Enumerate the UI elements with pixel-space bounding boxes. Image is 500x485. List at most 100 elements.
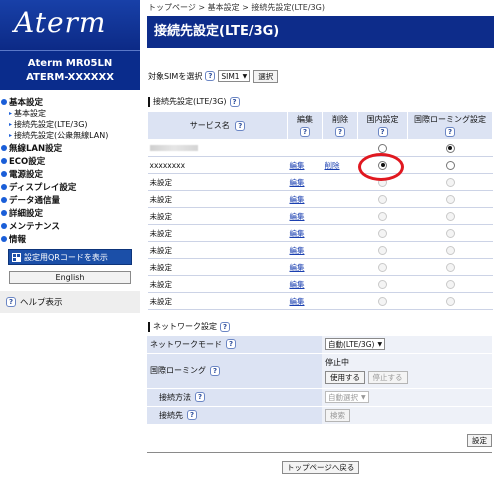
sim-select-button[interactable]: 選択 [253, 69, 279, 83]
table-row: 未設定 編集 [147, 207, 493, 225]
nav-sub-lte3g[interactable]: ▸ 接続先設定(LTE/3G) [0, 119, 140, 130]
nav-wlan[interactable]: 無線LAN設定 [0, 141, 140, 154]
roaming-radio[interactable] [445, 279, 455, 289]
delete-link[interactable]: 削除 [325, 161, 340, 170]
nav-eco[interactable]: ECO設定 [0, 154, 140, 167]
roaming-radio[interactable] [445, 194, 455, 204]
network-settings-table: ネットワークモード? 自動(LTE/3G) ▼ 国際ローミング? 停止中 使用する… [147, 336, 492, 425]
service-name: xxxxxxxx [147, 156, 288, 174]
nav-display[interactable]: ディスプレイ設定 [0, 180, 140, 193]
edit-link[interactable]: 編集 [290, 178, 305, 187]
table-row: xxxxxxxx 編集 削除 [147, 156, 493, 174]
show-qr-code-button[interactable]: 設定用QRコードを表示 [8, 249, 132, 265]
roaming-label: 国際ローミング? [147, 353, 322, 389]
nav-power[interactable]: 電源設定 [0, 167, 140, 180]
domestic-radio[interactable] [378, 245, 387, 255]
domestic-radio[interactable] [378, 279, 387, 289]
roaming-radio[interactable] [445, 211, 455, 221]
table-row: 未設定 編集 [147, 224, 493, 242]
nav-detail[interactable]: 詳細設定 [0, 206, 140, 219]
domestic-radio[interactable] [378, 194, 387, 204]
bullet-icon [1, 98, 7, 105]
nav-data-usage[interactable]: データ通信量 [0, 193, 140, 206]
question-mark-icon[interactable]: ? [300, 127, 310, 137]
model-name: Aterm MR05LN [27, 58, 113, 69]
roaming-use-button[interactable]: 使用する [325, 371, 365, 384]
network-mode-row: ネットワークモード? 自動(LTE/3G) ▼ [147, 336, 492, 354]
sidebar: Aterm Aterm MR05LN ATERM-XXXXXX 基本設定 ▸ 基本… [0, 0, 140, 485]
connect-method-row: 接続方法? 自動選択 ▼ [147, 388, 492, 407]
domestic-radio[interactable] [378, 262, 387, 272]
network-section-title: ネットワーク設定 ? [145, 320, 230, 333]
domestic-radio[interactable] [378, 211, 387, 221]
divider [147, 452, 492, 453]
edit-link[interactable]: 編集 [290, 246, 305, 255]
nav-maintenance[interactable]: メンテナンス [0, 219, 140, 232]
col-service-name: サービス名 ? [147, 111, 288, 140]
bullet-icon [1, 144, 7, 151]
edit-link[interactable]: 編集 [290, 212, 305, 221]
question-mark-icon[interactable]: ? [220, 321, 230, 332]
english-button[interactable]: English [9, 271, 131, 284]
domestic-radio[interactable] [378, 296, 387, 306]
back-to-top-button[interactable]: トップページへ戻る [282, 461, 360, 474]
redacted-text [149, 144, 198, 151]
domestic-radio[interactable] [378, 143, 387, 153]
set-button[interactable]: 設定 [467, 434, 492, 447]
table-row: 未設定 編集 [147, 292, 493, 310]
chevron-down-icon: ▼ [361, 393, 366, 401]
edit-link[interactable]: 編集 [290, 297, 305, 306]
table-row: 未設定 編集 [147, 275, 493, 293]
edit-link[interactable]: 編集 [290, 229, 305, 238]
question-mark-icon: ? [6, 297, 16, 307]
section-marker [148, 321, 150, 332]
nav-sub-public-wlan[interactable]: ▸ 接続先設定(公衆無線LAN) [0, 130, 140, 141]
domestic-radio[interactable] [378, 228, 387, 238]
nav-sub-basic[interactable]: ▸ 基本設定 [0, 108, 140, 119]
question-mark-icon[interactable]: ? [235, 120, 246, 131]
col-edit: 編集? [287, 111, 323, 140]
question-mark-icon[interactable]: ? [195, 392, 205, 402]
edit-link[interactable]: 編集 [290, 263, 305, 272]
question-mark-icon[interactable]: ? [205, 71, 216, 81]
roaming-stop-button[interactable]: 停止する [367, 371, 408, 384]
nav-basic-settings[interactable]: 基本設定 [0, 95, 140, 108]
question-mark-icon[interactable]: ? [210, 365, 220, 376]
domestic-radio[interactable] [378, 160, 387, 170]
question-mark-icon[interactable]: ? [377, 127, 388, 137]
roaming-radio[interactable] [445, 245, 455, 255]
edit-link[interactable]: 編集 [290, 161, 305, 170]
connect-dest-label: 接続先? [147, 406, 322, 425]
edit-link[interactable]: 編集 [290, 195, 305, 204]
domestic-radio[interactable] [378, 177, 387, 187]
sim-select-row: 対象SIMを選択 ? SIM1 ▼ 選択 [145, 69, 500, 83]
sim-select-dropdown[interactable]: SIM1 ▼ [218, 70, 251, 82]
edit-link[interactable]: 編集 [290, 280, 305, 289]
bullet-icon [1, 235, 7, 242]
question-mark-icon[interactable]: ? [187, 410, 197, 420]
table-row [147, 139, 493, 157]
question-mark-icon[interactable]: ? [229, 96, 240, 107]
question-mark-icon[interactable]: ? [335, 127, 345, 137]
bullet-icon [1, 170, 7, 177]
roaming-radio[interactable] [445, 228, 455, 238]
connect-method-select[interactable]: 自動選択 ▼ [325, 391, 369, 403]
col-delete: 削除? [322, 111, 358, 140]
table-row: 未設定 編集 [147, 173, 493, 191]
connect-dest-row: 接続先? 検索 [147, 406, 492, 425]
chevron-down-icon: ▼ [242, 72, 248, 80]
page-title: 接続先設定(LTE/3G) [147, 16, 494, 48]
service-name-redacted [147, 139, 288, 157]
question-mark-icon[interactable]: ? [445, 127, 455, 137]
roaming-radio[interactable] [445, 177, 455, 187]
roaming-radio[interactable] [445, 160, 455, 170]
question-mark-icon[interactable]: ? [226, 339, 236, 350]
roaming-radio[interactable] [445, 262, 455, 272]
roaming-radio[interactable] [445, 296, 455, 306]
search-button[interactable]: 検索 [325, 408, 350, 422]
roaming-radio[interactable] [445, 143, 455, 153]
help-display-link[interactable]: ? ヘルプ表示 [0, 291, 140, 313]
main-content: トップページ > 基本設定 > 接続先設定(LTE/3G) 接続先設定(LTE/… [145, 0, 500, 485]
network-mode-select[interactable]: 自動(LTE/3G) ▼ [325, 338, 386, 351]
nav-info[interactable]: 情報 [0, 232, 140, 245]
